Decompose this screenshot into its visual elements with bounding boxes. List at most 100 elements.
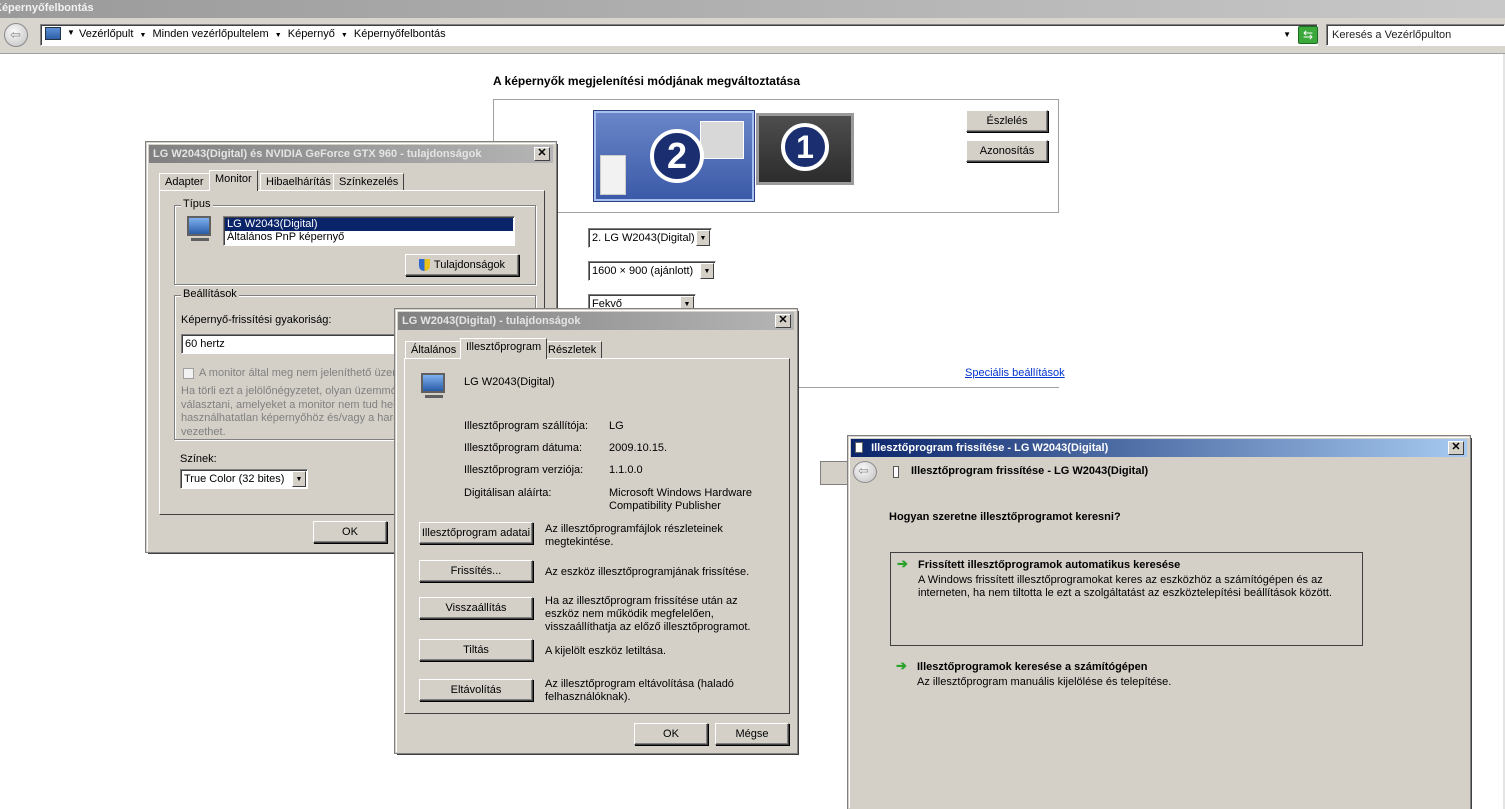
detect-button[interactable]: Észlelés xyxy=(966,110,1048,132)
advanced-settings-link[interactable]: Speciális beállítások xyxy=(965,367,1065,379)
monitor-list-item-selected[interactable]: LG W2043(Digital) xyxy=(225,218,513,231)
address-toolbar: ⇦ ▼ Vezérlőpult ▼ Minden vezérlőpultelem… xyxy=(0,18,1505,54)
crumb-vezerlopult[interactable]: Vezérlőpult xyxy=(79,28,133,40)
uninstall-driver-button[interactable]: Eltávolítás xyxy=(419,679,533,701)
auto-search-title: Frissített illesztőprogramok automatikus… xyxy=(918,559,1181,571)
chevron-down-icon[interactable]: ▼ xyxy=(700,263,714,279)
tab-monitor[interactable]: Monitor xyxy=(209,170,258,191)
resolution-select[interactable]: 1600 × 900 (ajánlott) ▼ xyxy=(588,261,716,281)
auto-search-desc: A Windows frissített illesztőprogramokat… xyxy=(918,574,1332,599)
tab-altalanos[interactable]: Általános xyxy=(405,341,463,359)
green-arrow-icon: ➔ xyxy=(896,658,907,673)
close-icon[interactable]: ✕ xyxy=(775,314,791,328)
taskbar-thumbnail-icon xyxy=(600,155,626,195)
hide-modes-label: A monitor által meg nem jeleníthető üzem xyxy=(199,367,402,379)
hide-modes-desc-line: Ha törli ezt a jelölőnégyzetet, olyan üz… xyxy=(181,385,397,397)
monitor-2-number: 2 xyxy=(650,129,704,183)
auto-search-option[interactable]: ➔ Frissített illesztőprogramok automatik… xyxy=(890,552,1363,646)
hide-modes-desc-line: vezethet. xyxy=(181,425,226,438)
display-select[interactable]: 2. LG W2043(Digital) ▼ xyxy=(588,228,712,248)
back-arrow-icon: ⇦ xyxy=(858,463,869,478)
separator-line xyxy=(795,387,1059,388)
chevron-down-icon[interactable]: ▼ xyxy=(696,230,710,246)
tab-hibaelharitas[interactable]: Hibaelhárítás xyxy=(260,173,337,191)
adapter-dialog-titlebar: LG W2043(Digital) és NVIDIA GeForce GTX … xyxy=(149,145,553,163)
close-icon[interactable]: ✕ xyxy=(534,147,550,161)
crumb-separator-icon[interactable]: ▼ xyxy=(341,32,348,39)
refresh-rate-value: 60 hertz xyxy=(185,338,225,350)
crumb-kepernyo[interactable]: Képernyő xyxy=(288,28,335,40)
refresh-rate-label: Képernyő-frissítési gyakoriság: xyxy=(181,314,332,326)
chevron-down-icon[interactable]: ▼ xyxy=(67,28,75,37)
address-field[interactable]: ▼ Vezérlőpult ▼ Minden vezérlőpultelem ▼… xyxy=(40,24,1318,46)
update-driver-button[interactable]: Frissítés... xyxy=(419,560,533,582)
hidden-button-edge xyxy=(820,461,850,485)
close-icon[interactable]: ✕ xyxy=(1448,441,1464,455)
manual-search-desc: Az illesztőprogram manuális kijelölése é… xyxy=(917,676,1172,688)
crumb-kepernyofelbontas[interactable]: Képernyőfelbontás xyxy=(354,28,446,40)
tab-adapter[interactable]: Adapter xyxy=(159,173,210,191)
prop-value-date: 2009.10.15. xyxy=(609,442,668,454)
hide-modes-checkbox[interactable] xyxy=(183,368,194,379)
address-dropdown-icon[interactable]: ▼ xyxy=(1283,30,1291,39)
hide-modes-desc-line: használhatatlan képernyőhöz és/vagy a ha… xyxy=(181,412,400,424)
adapter-ok-button[interactable]: OK xyxy=(313,521,387,543)
window-thumbnail-icon xyxy=(700,121,744,159)
tab-szinkezeles[interactable]: Színkezelés xyxy=(333,173,405,191)
monitor-2-tile[interactable]: 2 xyxy=(593,110,755,202)
crumb-separator-icon[interactable]: ▼ xyxy=(275,32,282,39)
refresh-button[interactable]: ⇆ xyxy=(1298,26,1318,44)
tab-reszletek[interactable]: Részletek xyxy=(542,341,603,359)
properties-button-label: Tulajdonságok xyxy=(433,259,506,271)
prop-value-signer: Microsoft Windows Hardware Compatibility… xyxy=(609,487,753,512)
search-input[interactable]: Keresés a Vezérlőpulton xyxy=(1326,24,1505,46)
wizard-header-title: Illesztőprogram frissítése - LG W2043(Di… xyxy=(911,465,1149,477)
monitor-1-tile[interactable]: 1 xyxy=(756,113,854,185)
monitor-tab-panel: LG W2043(Digital) Illesztőprogram szállí… xyxy=(404,358,790,714)
back-button[interactable]: ⇦ xyxy=(4,23,28,47)
monitor-icon-stand xyxy=(425,395,443,398)
monitor-dialog-title: LG W2043(Digital) - tulajdonságok xyxy=(402,315,581,327)
manual-search-option[interactable]: ➔ Illesztőprogramok keresése a számítógé… xyxy=(890,655,1363,695)
rollback-driver-button[interactable]: Visszaállítás xyxy=(419,597,533,619)
crumb-separator-icon[interactable]: ▼ xyxy=(140,32,147,39)
chevron-down-icon[interactable]: ▼ xyxy=(292,471,306,487)
tab-illesztoprogram[interactable]: Illesztőprogram xyxy=(460,338,548,359)
update-title-icon xyxy=(855,442,863,453)
monitor-list-item[interactable]: Általános PnP képernyő xyxy=(225,231,513,244)
back-arrow-icon: ⇦ xyxy=(10,27,21,42)
hide-modes-description: Ha törli ezt a jelölőnégyzetet, olyan üz… xyxy=(181,385,399,439)
search-placeholder: Keresés a Vezérlőpulton xyxy=(1332,29,1452,41)
hide-modes-desc-line: választani, amelyeket a monitor nem tud … xyxy=(181,398,396,411)
properties-button[interactable]: Tulajdonságok xyxy=(405,254,519,276)
prop-label-date: Illesztőprogram dátuma: xyxy=(464,442,582,454)
driver-details-button[interactable]: Illesztőprogram adatai xyxy=(419,522,533,544)
monitor-cancel-button[interactable]: Mégse xyxy=(715,723,789,745)
crumb-minden[interactable]: Minden vezérlőpultelem xyxy=(153,28,269,40)
device-icon xyxy=(893,466,899,478)
monitor-1-number: 1 xyxy=(781,123,829,171)
adapter-tabs: Adapter Monitor Hibaelhárítás Színkezelé… xyxy=(159,170,539,191)
monitor-icon xyxy=(187,216,211,236)
green-arrow-icon: ➔ xyxy=(897,556,908,571)
disable-device-desc: A kijelölt eszköz letiltása. xyxy=(545,645,667,657)
display-select-value: 2. LG W2043(Digital) xyxy=(592,232,695,244)
update-dialog-titlebar: Illesztőprogram frissítése - LG W2043(Di… xyxy=(851,439,1467,457)
disable-device-button[interactable]: Tiltás xyxy=(419,639,533,661)
monitor-dialog-titlebar: LG W2043(Digital) - tulajdonságok ✕ xyxy=(398,312,794,330)
monitor-icon xyxy=(421,373,445,393)
colors-select-value: True Color (32 bites) xyxy=(184,473,285,485)
update-driver-dialog: Illesztőprogram frissítése - LG W2043(Di… xyxy=(847,435,1471,809)
colors-select[interactable]: True Color (32 bites) ▼ xyxy=(180,469,308,489)
prop-label-signer: Digitálisan aláírta: xyxy=(464,487,552,499)
manual-search-title: Illesztőprogramok keresése a számítógépe… xyxy=(917,661,1148,673)
wizard-back-button[interactable]: ⇦ xyxy=(853,461,877,483)
refresh-icon: ⇆ xyxy=(1302,28,1314,42)
identify-button[interactable]: Azonosítás xyxy=(966,140,1048,162)
type-group: Típus LG W2043(Digital) Általános PnP ké… xyxy=(174,198,536,285)
settings-group-label: Beállítások xyxy=(181,288,239,300)
prop-label-vendor: Illesztőprogram szállítója: xyxy=(464,420,589,432)
monitor-ok-button[interactable]: OK xyxy=(634,723,708,745)
monitor-listbox[interactable]: LG W2043(Digital) Általános PnP képernyő xyxy=(223,216,515,246)
update-dialog-title: Illesztőprogram frissítése - LG W2043(Di… xyxy=(871,442,1109,454)
